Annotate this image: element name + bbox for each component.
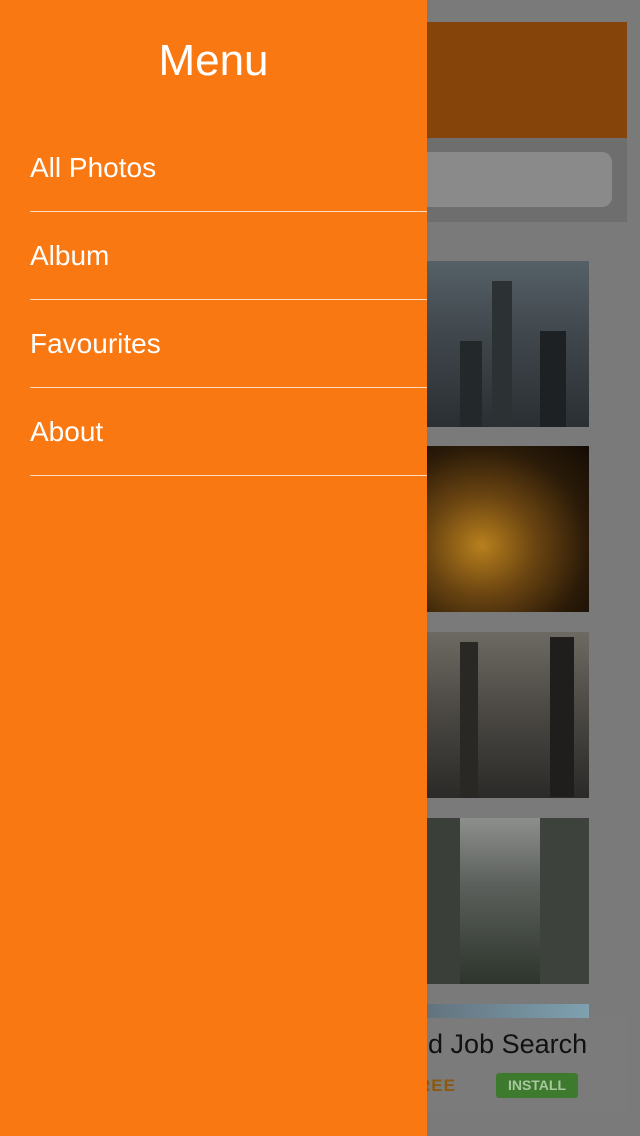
- photo-thumbnail[interactable]: [410, 632, 589, 798]
- ad-install-button[interactable]: INSTALL: [496, 1073, 578, 1098]
- menu-list: All Photos Album Favourites About: [30, 124, 427, 476]
- side-menu-drawer: Menu All Photos Album Favourites About: [0, 0, 427, 1136]
- menu-item-album[interactable]: Album: [30, 212, 427, 300]
- photo-thumbnail[interactable]: [410, 818, 589, 984]
- photo-thumbnail[interactable]: [410, 446, 589, 612]
- menu-item-about[interactable]: About: [30, 388, 427, 476]
- menu-item-all-photos[interactable]: All Photos: [30, 124, 427, 212]
- photo-thumbnail[interactable]: [410, 261, 589, 427]
- menu-title: Menu: [158, 36, 269, 85]
- menu-item-favourites[interactable]: Favourites: [30, 300, 427, 388]
